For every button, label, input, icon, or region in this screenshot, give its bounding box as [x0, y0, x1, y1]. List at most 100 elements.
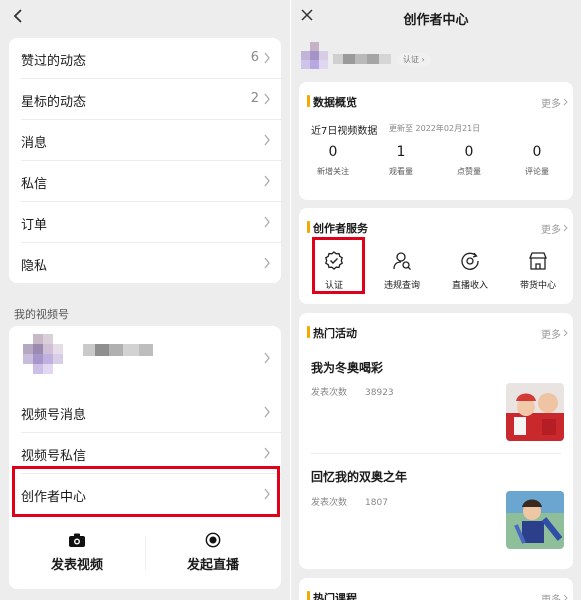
card-header: 热门活动 更多 [299, 325, 573, 341]
verify-pill-button[interactable]: 认证 › [397, 53, 431, 66]
accent-bar [307, 591, 310, 600]
chevron-right-icon [264, 93, 270, 105]
channel-item-label: 视频号消息 [21, 408, 87, 423]
channel-card: 视频号消息 视频号私信 创作者中心 发表视频 发起直播 [9, 326, 281, 589]
avatar [23, 334, 73, 384]
chevron-right-icon [264, 216, 270, 228]
service-live-income[interactable]: 直播收入 [437, 250, 503, 291]
highlight-creator-center [12, 466, 280, 517]
income-icon [461, 252, 479, 270]
activity-thumbnail [506, 383, 564, 441]
service-label: 违规查询 [383, 281, 420, 291]
menu-item-private-messages[interactable]: 私信 [9, 161, 281, 202]
chevron-right-icon [264, 52, 270, 64]
creator-center-screen: 创作者中心 认证 › 数据概览 更多 近7日视频数据 更新至 2022年02月2… [291, 0, 581, 600]
chevron-right-icon [563, 329, 568, 337]
profile-settings-screen: 赞过的动态 6 星标的动态 2 消息 私信 订单 隐私 我的视频号 视频号消息 … [0, 0, 290, 600]
back-arrow-icon[interactable] [10, 7, 28, 25]
start-live-label: 发起直播 [186, 558, 239, 573]
stat-likes[interactable]: 0 点赞量 [435, 144, 503, 177]
chevron-right-icon [563, 224, 568, 232]
creator-name-blurred [333, 54, 391, 64]
stat-value: 1 [396, 144, 406, 160]
stat-value: 0 [328, 144, 338, 160]
menu-item-privacy[interactable]: 隐私 [9, 243, 281, 283]
menu-item-label: 隐私 [21, 259, 48, 274]
chevron-right-icon [264, 257, 270, 269]
menu-item-label: 订单 [21, 218, 48, 233]
menu-item-starred[interactable]: 星标的动态 2 [9, 79, 281, 120]
more-link[interactable]: 更多 [541, 591, 561, 600]
menu-item-orders[interactable]: 订单 [9, 202, 281, 243]
stat-label: 观看量 [389, 167, 413, 176]
service-violation-check[interactable]: 违规查询 [369, 250, 435, 291]
start-live-button[interactable]: 发起直播 [145, 528, 281, 573]
activity-thumbnail [506, 491, 564, 549]
section-title: 我的视频号 [14, 308, 69, 321]
post-video-label: 发表视频 [50, 558, 103, 573]
accent-bar [307, 326, 310, 338]
store-icon [529, 252, 547, 270]
stat-value: 0 [464, 144, 474, 160]
hot-activities-card: 热门活动 更多 我为冬奥喝彩 发表次数 38923 回忆我的双奥之年 发表次数 … [299, 313, 573, 569]
channel-item-label: 视频号私信 [21, 449, 87, 464]
menu-item-label: 赞过的动态 [21, 54, 87, 69]
divider [311, 453, 561, 454]
chevron-right-icon [264, 175, 270, 187]
post-video-button[interactable]: 发表视频 [9, 528, 145, 573]
accent-bar [307, 221, 310, 233]
chevron-right-icon [563, 98, 568, 106]
top-bar [0, 0, 290, 34]
stat-comments[interactable]: 0 评论量 [503, 144, 571, 177]
person-search-icon [393, 252, 411, 270]
activity-title: 我为冬奥喝彩 [311, 361, 384, 375]
more-link[interactable]: 更多 [541, 221, 561, 236]
avatar [301, 42, 329, 74]
data-overview-card: 数据概览 更多 近7日视频数据 更新至 2022年02月21日 0 新增关注 1… [299, 82, 573, 200]
card-header: 创作者服务 更多 [299, 220, 573, 236]
page-title: 创作者中心 [403, 13, 469, 28]
card-header: 数据概览 更多 [299, 94, 573, 110]
menu-item-label: 星标的动态 [21, 95, 87, 110]
card-title: 创作者服务 [313, 222, 368, 235]
chevron-right-icon [264, 134, 270, 146]
menu-item-messages[interactable]: 消息 [9, 120, 281, 161]
service-label: 带货中心 [519, 281, 556, 291]
camera-icon [69, 533, 85, 547]
more-link[interactable]: 更多 [541, 95, 561, 110]
activity-meta: 发表次数 1807 [311, 498, 388, 508]
activity-meta: 发表次数 38923 [311, 388, 394, 398]
chevron-right-icon [563, 594, 568, 600]
live-icon [205, 532, 221, 548]
card-title: 热门活动 [313, 327, 357, 340]
stat-new-followers[interactable]: 0 新增关注 [299, 144, 367, 177]
more-link[interactable]: 更多 [541, 326, 561, 341]
channel-name-blurred [83, 344, 153, 356]
menu-item-count: 6 [250, 50, 259, 65]
activity-menu-card: 赞过的动态 6 星标的动态 2 消息 私信 订单 隐私 [9, 38, 281, 283]
menu-item-label: 私信 [21, 177, 48, 192]
menu-item-label: 消息 [21, 136, 48, 151]
accent-bar [307, 95, 310, 107]
activity-title: 回忆我的双奥之年 [311, 470, 408, 484]
chevron-right-icon [264, 352, 270, 364]
stat-value: 0 [532, 144, 542, 160]
channel-actions: 发表视频 发起直播 [9, 524, 281, 589]
chevron-right-icon [264, 406, 270, 418]
stat-label: 点赞量 [457, 167, 481, 176]
menu-item-liked[interactable]: 赞过的动态 6 [9, 38, 281, 79]
overview-updated: 更新至 2022年02月21日 [389, 124, 481, 133]
overview-subtitle: 近7日视频数据 [311, 126, 378, 137]
stat-label: 新增关注 [317, 167, 349, 176]
top-bar: 创作者中心 [291, 0, 581, 34]
card-header: 热门课程 更多 [299, 590, 573, 600]
card-title: 数据概览 [313, 96, 357, 109]
card-title: 热门课程 [313, 592, 357, 600]
service-label: 直播收入 [451, 281, 488, 291]
stat-label: 评论量 [525, 167, 549, 176]
stat-views[interactable]: 1 观看量 [367, 144, 435, 177]
channel-item-messages[interactable]: 视频号消息 [9, 392, 281, 433]
creator-profile: 认证 › [291, 34, 581, 82]
service-commerce-center[interactable]: 带货中心 [505, 250, 571, 291]
channel-profile-row[interactable] [9, 326, 281, 386]
